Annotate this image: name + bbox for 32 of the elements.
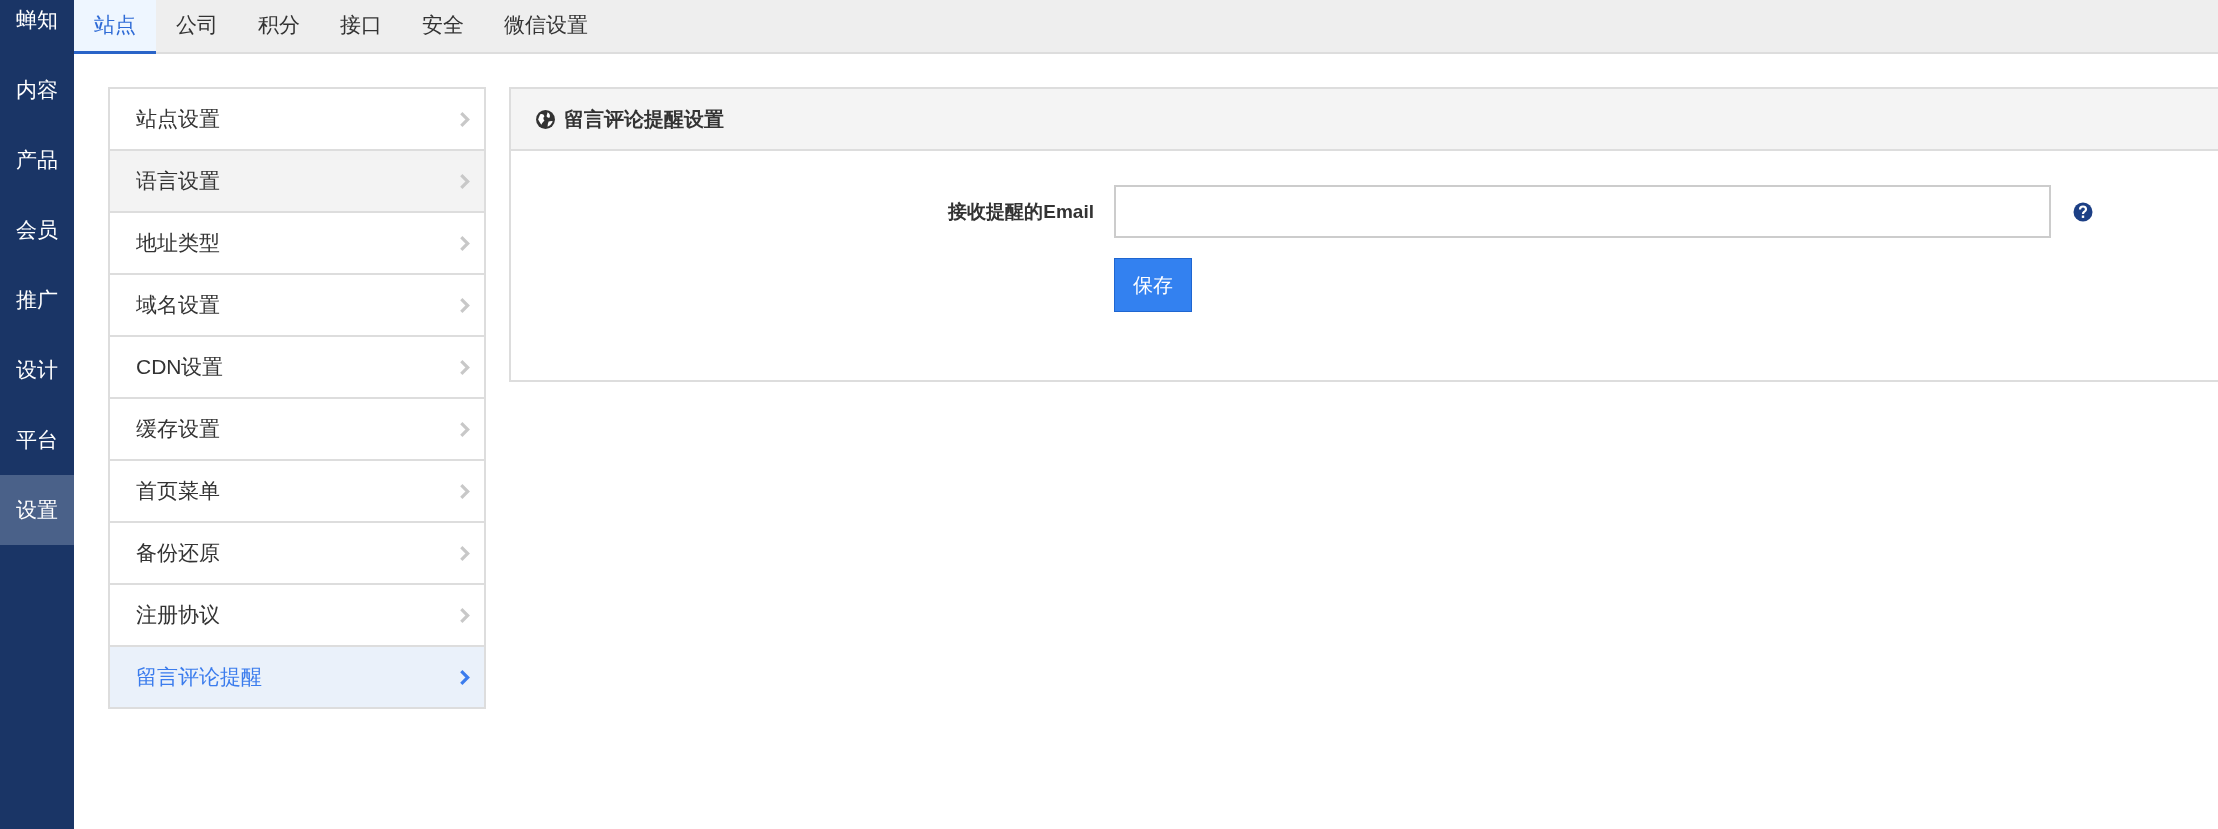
tab[interactable]: 公司: [156, 0, 238, 54]
tab[interactable]: 微信设置: [484, 0, 608, 54]
chevron-right-icon: [459, 668, 470, 686]
sidebar-item[interactable]: 内容: [0, 55, 74, 125]
chevron-right-icon: [459, 544, 470, 562]
sidebar-item[interactable]: 设计: [0, 335, 74, 405]
chevron-right-icon: [459, 110, 470, 128]
tab[interactable]: 积分: [238, 0, 320, 54]
chevron-right-icon: [459, 482, 470, 500]
chevron-right-icon: [459, 420, 470, 438]
chevron-right-icon: [459, 234, 470, 252]
tab[interactable]: 站点: [74, 0, 156, 54]
sidebar-item[interactable]: 平台: [0, 405, 74, 475]
tab[interactable]: 安全: [402, 0, 484, 54]
logo-text: 蝉知: [15, 7, 59, 33]
sidebar-item[interactable]: 设置: [0, 475, 74, 545]
field-label: 接收提醒的Email: [946, 199, 1095, 224]
help-icon[interactable]: [2073, 201, 2093, 222]
chevron-right-icon: [459, 296, 470, 314]
chevron-right-icon: [459, 606, 470, 624]
save-button[interactable]: 保存: [1114, 258, 1192, 312]
panel-title: 留言评论提醒设置: [564, 106, 724, 132]
chevron-right-icon: [459, 172, 470, 190]
menu-item[interactable]: 语言设置: [110, 149, 484, 211]
globe-icon: [535, 108, 556, 130]
sidebar-item[interactable]: 会员: [0, 195, 74, 265]
chevron-right-icon: [459, 358, 470, 376]
sidebar-item[interactable]: 推广: [0, 265, 74, 335]
sidebar-item[interactable]: 产品: [0, 125, 74, 195]
email-input-field[interactable]: [1114, 185, 2051, 238]
tab[interactable]: 接口: [320, 0, 402, 54]
menu-item[interactable]: 留言评论提醒: [110, 645, 484, 707]
